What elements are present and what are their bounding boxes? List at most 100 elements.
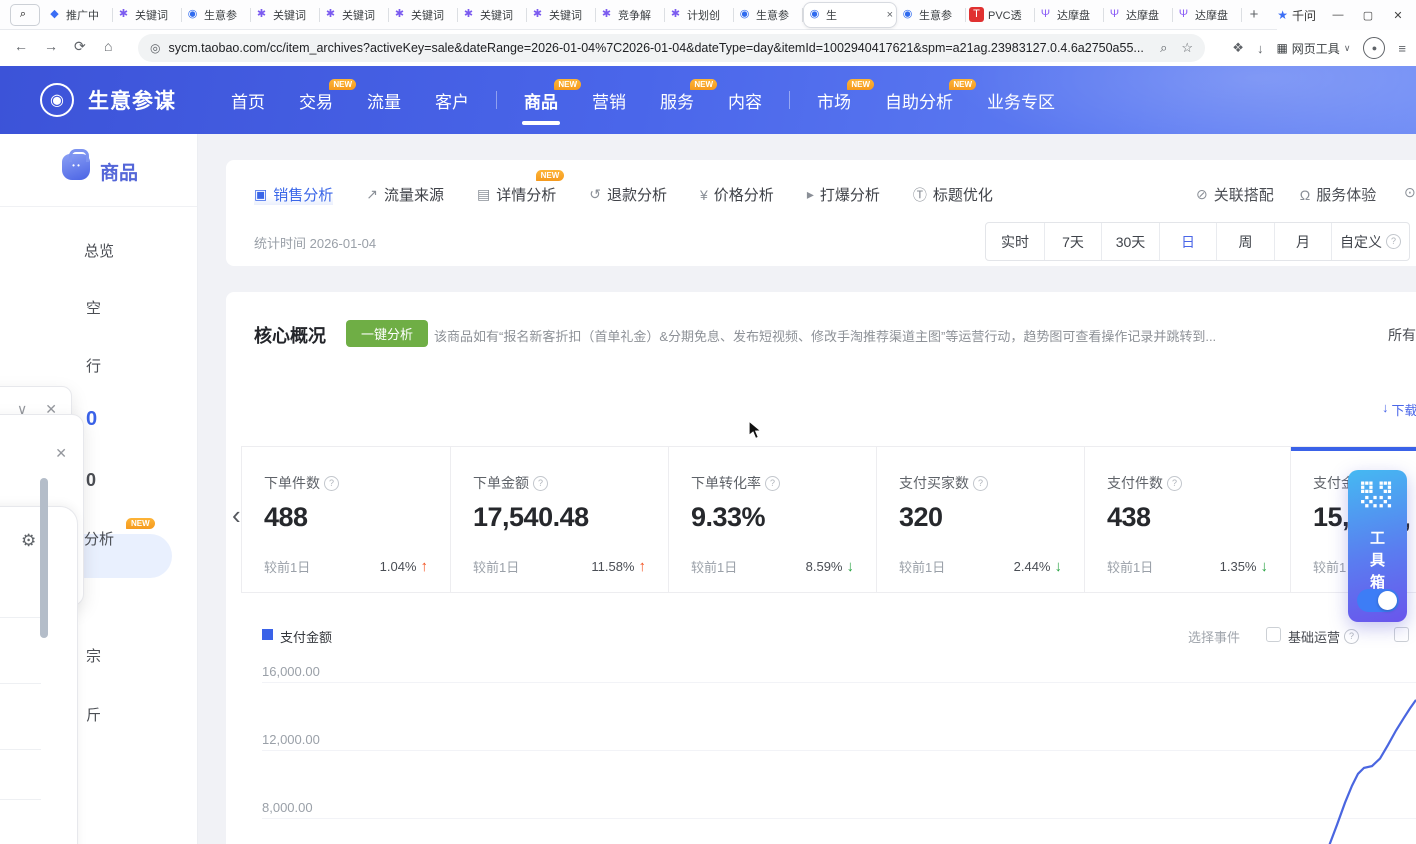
nav-item-首页[interactable]: 首页 xyxy=(214,88,282,113)
browser-tab-pinned[interactable]: ⌕ xyxy=(10,4,40,26)
browser-tab-竞争解[interactable]: ✱竞争解 xyxy=(596,0,665,30)
date-button-自定义[interactable]: 自定义? xyxy=(1331,223,1409,260)
help-icon[interactable]: ? xyxy=(1344,629,1359,644)
tab-关联搭配[interactable]: ⊘关联搭配 xyxy=(1196,184,1274,205)
nav-item-业务专区[interactable]: 业务专区 xyxy=(970,88,1072,113)
zoom-icon[interactable]: ⌕ xyxy=(1160,40,1167,56)
popup-scrollbar[interactable] xyxy=(40,478,48,638)
nav-item-流量[interactable]: 流量 xyxy=(350,88,418,113)
nav-item-市场[interactable]: 市场NEW xyxy=(800,88,868,113)
qianwen-assistant-button[interactable]: ★ 千问 xyxy=(1277,7,1316,24)
basic-ops-checkbox[interactable] xyxy=(1266,627,1281,642)
tab-销售分析[interactable]: ▣销售分析 xyxy=(254,184,333,205)
date-button-30天[interactable]: 30天 xyxy=(1101,223,1159,260)
metric-card-下单转化率[interactable]: 下单转化率?9.33%较前1日8.59%↓ xyxy=(668,447,876,592)
forward-button[interactable]: → xyxy=(44,38,58,54)
nav-item-服务[interactable]: 服务NEW xyxy=(643,88,711,113)
close-icon[interactable]: ✕ xyxy=(55,445,67,462)
sidebar-item-fragment[interactable]: 0 xyxy=(86,470,96,491)
toolbox-toggle[interactable] xyxy=(1357,589,1399,612)
metric-card-下单件数[interactable]: 下单件数?488较前1日1.04%↑ xyxy=(242,447,450,592)
download-link[interactable]: ↓ 下载 xyxy=(1382,400,1416,419)
nav-item-交易[interactable]: 交易NEW xyxy=(282,88,350,113)
browser-tab-关键词[interactable]: ✱关键词 xyxy=(527,0,596,30)
browser-tab-关键词[interactable]: ✱关键词 xyxy=(320,0,389,30)
browser-tab-推广中[interactable]: ◆推广中 xyxy=(44,0,113,30)
sidebar-item-fragment[interactable]: 总览 xyxy=(84,240,114,261)
nav-item-内容[interactable]: 内容 xyxy=(711,88,779,113)
downloads-icon[interactable]: ↓ xyxy=(1257,41,1264,56)
help-icon[interactable]: ? xyxy=(1167,476,1182,491)
tab-流量来源[interactable]: ↗流量来源 xyxy=(366,184,444,205)
one-click-analyze-button[interactable]: 一键分析 xyxy=(346,320,428,347)
browser-tab-生意参[interactable]: ◉生意参 xyxy=(734,0,803,30)
nav-item-自助分析[interactable]: 自助分析NEW xyxy=(868,88,970,113)
back-button[interactable]: ← xyxy=(14,38,28,54)
gear-icon[interactable]: ⚙ xyxy=(21,531,36,551)
tab-价格分析[interactable]: ¥价格分析 xyxy=(700,184,774,205)
browser-tab-关键词[interactable]: ✱关键词 xyxy=(113,0,182,30)
date-button-周[interactable]: 周 xyxy=(1216,223,1274,260)
browser-tab-生意参[interactable]: ◉生意参 xyxy=(897,0,966,30)
analysis-subtabs-right: ⊘关联搭配 Ω服务体验 xyxy=(1196,184,1376,205)
home-button[interactable]: ⌂ xyxy=(104,38,112,54)
date-button-实时[interactable]: 实时 xyxy=(986,223,1044,260)
date-button-月[interactable]: 月 xyxy=(1274,223,1331,260)
browser-tab-生[interactable]: ◉生× xyxy=(803,2,897,28)
nav-item-商品[interactable]: 商品NEW xyxy=(507,88,575,113)
web-tools-button[interactable]: ▦ 网页工具 ∨ xyxy=(1276,40,1350,57)
browser-tab-计划创[interactable]: ✱计划创 xyxy=(665,0,734,30)
browser-tab-达摩盘[interactable]: Ψ达摩盘 xyxy=(1104,0,1173,30)
tab-title: 关键词 xyxy=(273,7,317,23)
tab-打爆分析[interactable]: ▸打爆分析 xyxy=(807,184,880,205)
extensions-icon[interactable]: ❖ xyxy=(1232,40,1244,56)
help-icon[interactable]: ? xyxy=(765,476,780,491)
browser-tab-关键词[interactable]: ✱关键词 xyxy=(458,0,527,30)
tab-标题优化[interactable]: Ⓣ标题优化 xyxy=(913,184,993,205)
browser-tab-关键词[interactable]: ✱关键词 xyxy=(389,0,458,30)
menu-icon[interactable]: ≡ xyxy=(1398,41,1406,56)
cards-scroll-left-chevron[interactable]: ‹ xyxy=(232,500,241,531)
new-tab-button[interactable]: + xyxy=(1242,6,1266,23)
tab-服务体验[interactable]: Ω服务体验 xyxy=(1300,184,1376,205)
sidebar-item-fragment[interactable]: 空 xyxy=(86,297,101,318)
window-minimize-button[interactable]: — xyxy=(1330,9,1346,21)
bookmark-star-icon[interactable]: ☆ xyxy=(1181,40,1193,56)
metric-card-下单金额[interactable]: 下单金额?17,540.48较前1日11.58%↑ xyxy=(450,447,668,592)
sidebar-item-fragment[interactable]: 分析 xyxy=(84,528,114,549)
second-event-checkbox[interactable] xyxy=(1394,627,1409,642)
sidebar-item-fragment[interactable]: 行 xyxy=(86,355,101,376)
help-icon[interactable]: ? xyxy=(324,476,339,491)
address-bar[interactable]: ◎ sycm.taobao.com/cc/item_archives?activ… xyxy=(138,34,1205,62)
date-button-label: 自定义 xyxy=(1340,232,1382,252)
browser-tab-达摩盘[interactable]: Ψ达摩盘 xyxy=(1035,0,1104,30)
date-button-日[interactable]: 日 xyxy=(1159,223,1216,260)
clipped-tab-icon[interactable]: ⊙ xyxy=(1404,184,1416,201)
reload-button[interactable]: ⟳ xyxy=(74,38,86,55)
terminal-filter-fragment[interactable]: 所有 xyxy=(1388,325,1416,345)
tab-详情分析[interactable]: ▤详情分析NEW xyxy=(477,184,556,205)
profile-avatar[interactable]: ● xyxy=(1363,37,1385,59)
help-icon[interactable]: ? xyxy=(533,476,548,491)
browser-tab-PVC透[interactable]: TPVC透 xyxy=(966,0,1035,30)
tab-title: 生 xyxy=(826,7,885,23)
help-icon[interactable]: ? xyxy=(973,476,988,491)
browser-tab-关键词[interactable]: ✱关键词 xyxy=(251,0,320,30)
close-icon[interactable]: × xyxy=(887,9,893,21)
tab-退款分析[interactable]: ↺退款分析 xyxy=(589,184,667,205)
window-close-button[interactable]: ✕ xyxy=(1390,9,1406,22)
site-info-icon[interactable]: ◎ xyxy=(150,41,160,55)
browser-tab-达摩盘[interactable]: Ψ达摩盘 xyxy=(1173,0,1242,30)
metric-card-支付买家数[interactable]: 支付买家数?320较前1日2.44%↓ xyxy=(876,447,1084,592)
url-text[interactable]: sycm.taobao.com/cc/item_archives?activeK… xyxy=(168,41,1146,55)
date-button-7天[interactable]: 7天 xyxy=(1044,223,1101,260)
sidebar-item-fragment[interactable]: 宗 xyxy=(86,645,101,666)
metric-card-支付件数[interactable]: 支付件数?438较前1日1.35%↓ xyxy=(1084,447,1290,592)
nav-item-营销[interactable]: 营销 xyxy=(575,88,643,113)
browser-tab-生意参[interactable]: ◉生意参 xyxy=(182,0,251,30)
sidebar-item-fragment[interactable]: 斤 xyxy=(86,704,101,725)
toolbox-widget[interactable]: 工 具 箱 xyxy=(1348,470,1407,622)
nav-item-客户[interactable]: 客户 xyxy=(418,88,486,113)
window-maximize-button[interactable]: ▢ xyxy=(1360,9,1376,22)
sidebar-item-fragment[interactable]: 0 xyxy=(86,408,97,431)
